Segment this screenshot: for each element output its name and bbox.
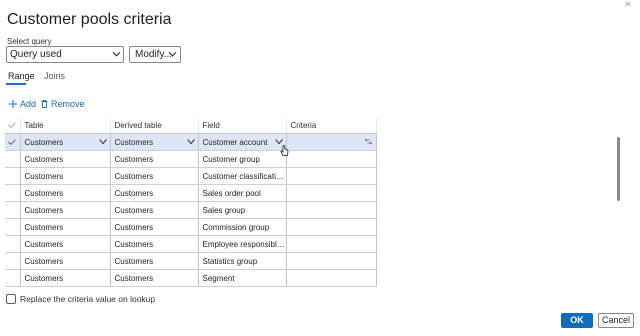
table-cell[interactable]: Customers [20,167,111,185]
chevron-down-icon [168,51,177,57]
criteria-cell[interactable] [286,201,377,219]
remove-button-label: Remove [51,99,85,109]
row-select-checkbox[interactable] [5,235,21,253]
criteria-cell[interactable] [286,252,377,270]
table-row[interactable]: Customers Customers Employee responsible… [5,235,377,253]
grid-scrollbar[interactable] [617,137,620,201]
field-cell[interactable]: Employee responsible ... [198,235,287,253]
field-cell[interactable]: Customer group [198,150,287,168]
tab-range[interactable]: Range [8,71,35,81]
field-cell[interactable]: Sales group [198,201,287,219]
checkmark-icon [8,138,17,145]
table-row[interactable]: Customers Customers Sales group [5,201,377,219]
table-cell[interactable]: Customers [20,218,111,236]
table-row[interactable]: Customers Customers Customer group [5,150,377,168]
add-button-label: Add [20,99,37,109]
column-header-derived-table[interactable]: Derived table [110,117,199,134]
query-select[interactable]: Query used [6,46,124,63]
column-header-table[interactable]: Table [20,117,111,134]
select-all-checkbox[interactable] [5,117,21,134]
table-cell-value: Customers [24,137,64,147]
field-cell[interactable]: Statistics group [198,252,287,270]
chevron-down-icon[interactable] [274,139,283,144]
table-row[interactable]: Customers Customers Commission group [5,218,377,236]
dialog-title: Customer pools criteria [7,11,172,28]
column-header-criteria[interactable]: Criteria [286,117,377,134]
close-icon[interactable]: ✕ [624,2,636,6]
replace-criteria-label: Replace the criteria value on lookup [20,294,156,304]
criteria-grid: Table Derived table Field Criteria Custo… [5,117,377,287]
derived-table-cell-value: Customers [114,137,154,147]
remove-button[interactable]: Remove [41,99,85,109]
row-select-checkbox[interactable] [5,167,21,185]
derived-table-cell[interactable]: Customers [110,218,199,236]
row-select-checkbox[interactable] [5,218,21,236]
select-query-label: Select query [7,37,52,46]
table-cell[interactable]: Customers [20,184,111,202]
plus-icon [9,100,17,108]
field-cell[interactable]: Customer classification... [198,167,287,185]
derived-table-cell[interactable]: Customers [110,252,199,270]
derived-table-cell[interactable]: Customers [110,167,199,185]
table-cell[interactable]: Customers [20,201,111,219]
table-row[interactable]: Customers Customers Sales order pool [5,184,377,202]
tab-range-indicator [6,83,26,85]
criteria-cell[interactable] [286,150,377,168]
row-select-checkbox[interactable] [5,150,21,168]
add-button[interactable]: Add [9,99,36,109]
derived-table-cell[interactable]: Customers [110,201,199,219]
replace-criteria-checkbox[interactable] [6,294,16,304]
criteria-cell[interactable] [286,167,377,185]
ok-button[interactable]: OK [561,313,593,328]
table-cell[interactable]: Customers [20,269,111,287]
table-row[interactable]: Customers Customers Customer account [5,133,377,151]
table-row[interactable]: Customers Customers Customer classificat… [5,167,377,185]
derived-table-cell[interactable]: Customers [110,184,199,202]
field-cell[interactable]: Sales order pool [198,184,287,202]
table-cell[interactable]: Customers [20,235,111,253]
field-cell-value: Customer account [202,137,268,147]
table-cell[interactable]: Customers [20,133,111,151]
trash-icon [41,100,48,108]
chevron-down-icon [112,51,121,57]
grid-header-row: Table Derived table Field Criteria [5,117,377,134]
criteria-cell[interactable] [286,269,377,287]
field-cell[interactable]: Commission group [198,218,287,236]
table-row[interactable]: Customers Customers Statistics group [5,252,377,270]
query-select-value: Query used [10,49,62,60]
derived-table-cell[interactable]: Customers [110,235,199,253]
row-select-checkbox[interactable] [5,201,21,219]
modify-button[interactable]: Modify... [129,46,181,63]
field-cell[interactable]: Customer account [198,133,287,151]
checkmark-icon [8,121,17,128]
row-select-checkbox[interactable] [5,133,21,151]
table-cell[interactable]: Customers [20,252,111,270]
criteria-cell[interactable] [286,218,377,236]
replace-criteria-option[interactable]: Replace the criteria value on lookup [6,294,155,304]
derived-table-cell[interactable]: Customers [110,133,199,151]
row-select-checkbox[interactable] [5,252,21,270]
filter-icon[interactable] [364,138,372,145]
tab-joins[interactable]: Joins [44,71,65,81]
derived-table-cell[interactable]: Customers [110,269,199,287]
row-select-checkbox[interactable] [5,184,21,202]
chevron-down-icon[interactable] [186,139,195,144]
criteria-cell[interactable] [286,133,377,151]
table-row[interactable]: Customers Customers Segment [5,269,377,287]
criteria-cell[interactable] [286,235,377,253]
cancel-button[interactable]: Cancel [598,313,634,328]
column-header-field[interactable]: Field [198,117,287,134]
chevron-down-icon[interactable] [98,139,107,144]
derived-table-cell[interactable]: Customers [110,150,199,168]
row-select-checkbox[interactable] [5,269,21,287]
field-cell[interactable]: Segment [198,269,287,287]
criteria-cell[interactable] [286,184,377,202]
table-cell[interactable]: Customers [20,150,111,168]
mouse-cursor-icon [280,145,289,156]
modify-button-label: Modify... [135,49,173,60]
